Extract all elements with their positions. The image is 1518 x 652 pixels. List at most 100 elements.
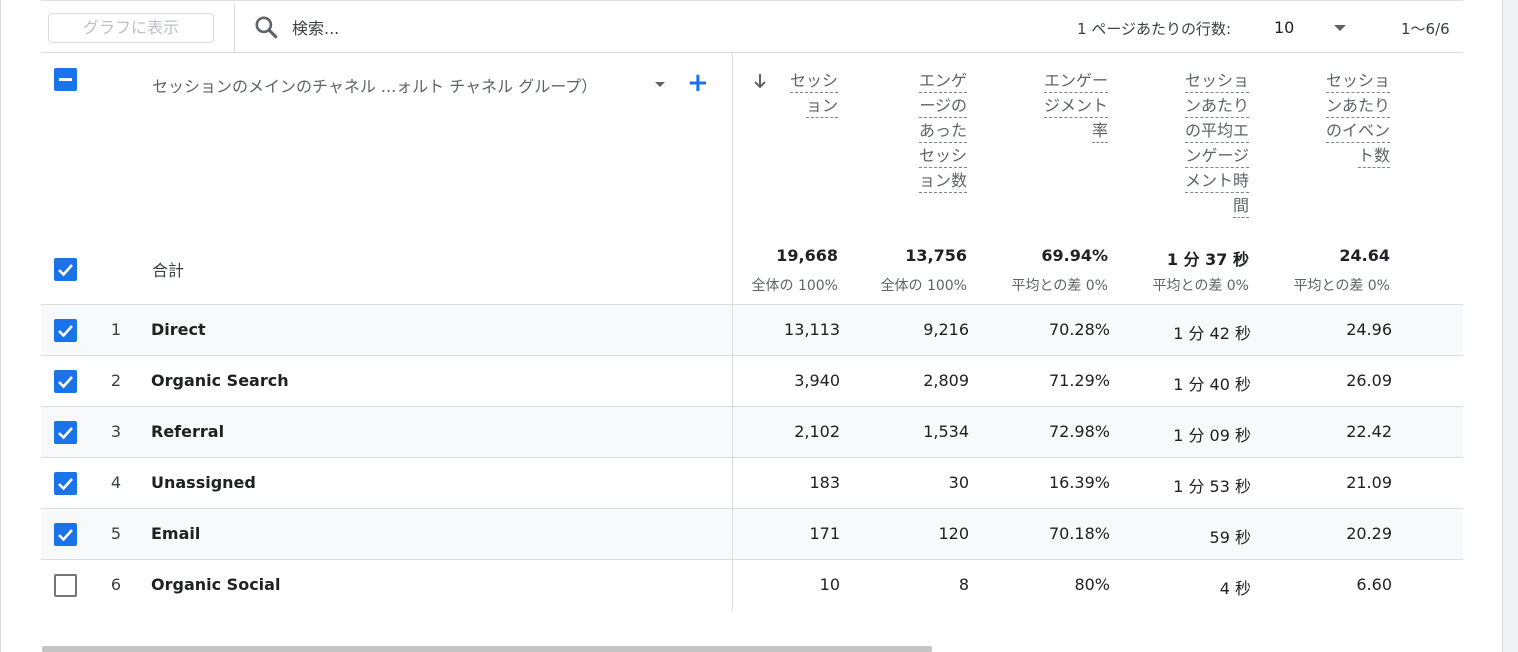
report-table-card: グラフに表示 1 ページあたりの行数: 10 1〜6/6 セッションのメインのチ… <box>0 0 1503 652</box>
row-checkbox[interactable] <box>54 421 77 444</box>
cell-sessions: 10 <box>819 575 840 594</box>
metric-header-line: セッショ <box>1184 70 1249 93</box>
table-row[interactable]: 6 Organic Social 10 8 80% 4 秒 6.60 <box>41 559 1463 611</box>
metric-header-line: あった <box>918 120 967 143</box>
cell-engagement-rate: 71.29% <box>1048 371 1110 390</box>
metric-header-line: ンゲージ <box>1185 145 1249 168</box>
row-label[interactable]: Direct <box>151 320 206 339</box>
metric-header-line: メント時 <box>1184 170 1249 193</box>
column-divider <box>732 509 733 560</box>
cell-events-per-session: 24.96 <box>1346 320 1392 339</box>
metric-header-line: ョン <box>805 95 838 118</box>
row-checkbox[interactable] <box>54 472 77 495</box>
cell-engagement-rate: 16.39% <box>1048 473 1110 492</box>
rows-per-page-select[interactable]: 10 <box>1274 18 1294 37</box>
metric-header-line: セッシ <box>918 145 967 168</box>
total-subtext: 平均との差 0% <box>1152 278 1249 294</box>
cell-sessions: 13,113 <box>784 320 840 339</box>
cell-engaged-sessions: 8 <box>958 575 969 594</box>
horizontal-scrollbar[interactable] <box>42 646 932 652</box>
metric-header-line: ンあたり <box>1325 95 1390 118</box>
cell-avg-engagement-time: 1 分 53 秒 <box>1173 477 1251 496</box>
total-subtext: 全体の 100% <box>880 278 967 294</box>
top-border <box>41 0 1463 3</box>
column-divider <box>732 407 733 458</box>
metric-header-line: ョン数 <box>918 170 967 193</box>
metric-header-events-per-session[interactable]: セッショ ンあたり のイベン ト数 <box>1325 68 1390 168</box>
total-value-engagement-rate: 69.94% <box>1041 246 1108 265</box>
metric-header-line: セッショ <box>1325 70 1390 93</box>
metric-header-line: 率 <box>1091 120 1108 143</box>
table-row[interactable]: 3 Referral 2,102 1,534 72.98% 1 分 09 秒 2… <box>41 406 1463 458</box>
table-row[interactable]: 1 Direct 13,113 9,216 70.28% 1 分 42 秒 24… <box>41 304 1463 356</box>
rows-per-page-label: 1 ページあたりの行数: <box>1077 20 1232 38</box>
total-value-engaged-sessions: 13,756 <box>905 246 967 265</box>
metric-header-line: エンゲ <box>918 70 967 93</box>
search-input[interactable] <box>292 16 592 40</box>
row-checkbox[interactable] <box>54 574 77 597</box>
row-number: 3 <box>110 422 122 441</box>
metric-header-engaged-sessions[interactable]: エンゲ ージの あった セッシ ョン数 <box>918 68 967 193</box>
cell-events-per-session: 20.29 <box>1346 524 1392 543</box>
column-divider <box>732 458 733 509</box>
cell-engaged-sessions: 9,216 <box>923 320 969 339</box>
metric-header-line: エンゲー <box>1043 70 1108 93</box>
dimension-header[interactable]: セッションのメインのチャネル ...ォルト チャネル グループ） <box>152 73 597 97</box>
cell-avg-engagement-time: 1 分 40 秒 <box>1173 375 1251 394</box>
row-number: 5 <box>110 524 122 543</box>
cell-sessions: 171 <box>809 524 840 543</box>
total-value-sessions: 19,668 <box>776 246 838 265</box>
row-number: 4 <box>110 473 122 492</box>
search-icon[interactable] <box>253 14 279 40</box>
cell-engaged-sessions: 2,809 <box>923 371 969 390</box>
metric-header-line: ト数 <box>1357 145 1390 168</box>
row-label[interactable]: Unassigned <box>151 473 256 492</box>
metric-header-line: の平均エ <box>1184 120 1249 143</box>
row-checkbox[interactable] <box>54 370 77 393</box>
cell-avg-engagement-time: 1 分 09 秒 <box>1173 426 1251 445</box>
cell-events-per-session: 26.09 <box>1346 371 1392 390</box>
metric-header-line: ンあたり <box>1184 95 1249 118</box>
cell-events-per-session: 21.09 <box>1346 473 1392 492</box>
cell-engaged-sessions: 30 <box>948 473 969 492</box>
metric-header-avg-engagement-time[interactable]: セッショ ンあたり の平均エ ンゲージ メント時 間 <box>1184 68 1249 218</box>
metric-header-line: ージの <box>919 95 967 118</box>
dimension-dropdown-caret-icon[interactable] <box>655 82 665 87</box>
add-dimension-plus-icon[interactable]: + <box>687 69 709 97</box>
table-row[interactable]: 4 Unassigned 183 30 16.39% 1 分 53 秒 21.0… <box>41 457 1463 509</box>
column-divider <box>732 560 733 611</box>
total-value-avg-engagement-time: 1 分 37 秒 <box>1166 250 1249 269</box>
row-label[interactable]: Organic Search <box>151 371 289 390</box>
row-label[interactable]: Email <box>151 524 200 543</box>
cell-engaged-sessions: 1,534 <box>923 422 969 441</box>
metric-header-sessions[interactable]: セッシ ョン <box>789 68 838 118</box>
row-number: 1 <box>110 320 122 339</box>
show-in-graph-button[interactable]: グラフに表示 <box>48 13 214 43</box>
cell-avg-engagement-time: 59 秒 <box>1209 528 1251 547</box>
row-checkbox[interactable] <box>54 319 77 342</box>
arrow-down-icon[interactable] <box>752 72 768 90</box>
chevron-down-icon[interactable] <box>1334 25 1346 31</box>
row-label[interactable]: Organic Social <box>151 575 280 594</box>
cell-sessions: 3,940 <box>794 371 840 390</box>
cell-avg-engagement-time: 4 秒 <box>1219 579 1251 598</box>
cell-engaged-sessions: 120 <box>938 524 969 543</box>
cell-engagement-rate: 72.98% <box>1048 422 1110 441</box>
table-row[interactable]: 5 Email 171 120 70.18% 59 秒 20.29 <box>41 508 1463 560</box>
cell-engagement-rate: 80% <box>1074 575 1110 594</box>
select-all-checkbox[interactable] <box>54 68 77 91</box>
row-checkbox[interactable] <box>54 523 77 546</box>
cell-events-per-session: 6.60 <box>1356 575 1392 594</box>
metric-header-engagement-rate[interactable]: エンゲー ジメント 率 <box>1043 68 1108 143</box>
cell-events-per-session: 22.42 <box>1346 422 1392 441</box>
totals-label: 合計 <box>152 261 185 280</box>
cell-avg-engagement-time: 1 分 42 秒 <box>1173 324 1251 343</box>
cell-sessions: 2,102 <box>794 422 840 441</box>
column-divider <box>732 356 733 407</box>
metric-header-line: セッシ <box>789 70 838 93</box>
row-label[interactable]: Referral <box>151 422 224 441</box>
totals-checkbox[interactable] <box>54 258 77 281</box>
total-subtext: 全体の 100% <box>751 278 838 294</box>
metric-header-line: ジメント <box>1043 95 1108 118</box>
table-row[interactable]: 2 Organic Search 3,940 2,809 71.29% 1 分 … <box>41 355 1463 407</box>
